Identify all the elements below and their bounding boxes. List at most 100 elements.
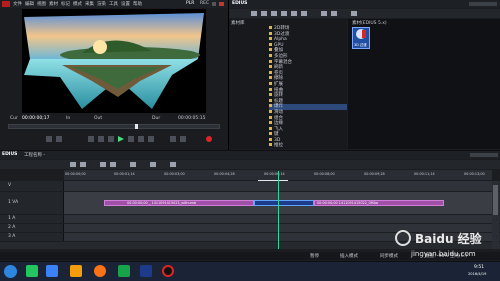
overwrite-button[interactable]	[180, 136, 186, 142]
import-icon[interactable]	[271, 11, 277, 16]
set-in-button[interactable]	[46, 136, 52, 142]
clock-time[interactable]: 9:51	[474, 265, 484, 270]
ruler-tick-label: 00:00:03;00	[164, 172, 185, 176]
window-controls	[470, 153, 498, 157]
status-left: 暂停	[310, 254, 319, 259]
plr-label[interactable]: PLR	[186, 1, 194, 6]
ruler-tick-label: 00:00:04;28	[214, 172, 235, 176]
rec-label[interactable]: REC	[200, 1, 209, 6]
track-label: 3 A	[8, 234, 16, 239]
video-clip-b[interactable]: 00:00:00;00 1411091415022_0MAa	[314, 200, 444, 206]
tree-item[interactable]: 推拉	[269, 143, 347, 149]
transition-clip[interactable]	[254, 200, 314, 206]
folder-icon[interactable]	[251, 11, 257, 16]
clock-date[interactable]: 2016/4/19	[468, 272, 486, 276]
app-icon-ie[interactable]	[46, 265, 58, 277]
list-view-icon[interactable]	[351, 11, 357, 16]
menu-edit[interactable]: 编辑	[25, 1, 34, 7]
undo-icon[interactable]	[70, 162, 76, 167]
menu-file[interactable]: 文件	[13, 1, 22, 7]
video-clip-a[interactable]: 00:00:00;00 _ 1411091415023_withumb	[104, 200, 254, 206]
dur-label: Dur	[152, 116, 161, 121]
timeline-title: EDIUS	[2, 152, 18, 157]
status-insert-mode: 插入模式	[340, 254, 358, 259]
redo-icon[interactable]	[80, 162, 86, 167]
delete-icon[interactable]	[321, 11, 327, 16]
close-icon[interactable]	[219, 2, 224, 6]
menu-clip[interactable]: 素材	[49, 1, 58, 7]
app-icon-wechat[interactable]	[26, 265, 38, 277]
menu-mode[interactable]: 模式	[73, 1, 82, 7]
copy-icon[interactable]	[291, 11, 297, 16]
thumbnail-panel-title: 素材(EDIUS 5.x)	[352, 21, 387, 26]
scrollbar-thumb[interactable]	[493, 185, 498, 215]
play-icon[interactable]	[118, 136, 124, 142]
timecode-row: Cur 00:00:00;17 In Out Dur 00:00:05:15	[0, 115, 228, 122]
stop-button[interactable]	[108, 136, 114, 142]
track-1a: 1 A	[0, 215, 500, 224]
window-controls	[469, 2, 497, 6]
paste-icon[interactable]	[301, 11, 307, 16]
record-app-icon[interactable]	[162, 265, 174, 277]
cut-icon[interactable]	[100, 162, 106, 167]
marker-icon[interactable]	[170, 162, 176, 167]
ripple-icon[interactable]	[130, 162, 136, 167]
start-button[interactable]	[4, 265, 17, 278]
preview-image	[24, 13, 204, 109]
track-label: 1 VA	[8, 200, 19, 205]
playhead-line[interactable]	[278, 171, 279, 249]
app-icon-a[interactable]	[140, 265, 152, 277]
scrub-bar[interactable]	[8, 124, 220, 129]
ruler-tick-label: 00:00:00;00	[65, 172, 86, 176]
menu-help[interactable]: 帮助	[133, 1, 142, 7]
track-label: 1 A	[8, 216, 16, 221]
watermark-url: jingyan.baidu.com	[411, 250, 476, 258]
ruler-tick-label: 00:00:08;00	[314, 172, 335, 176]
next-frame-button[interactable]	[138, 136, 144, 142]
record-icon[interactable]	[206, 136, 212, 142]
effect-thumbnail-label: 3D 过渡	[354, 43, 367, 47]
menu-capture[interactable]: 采集	[85, 1, 94, 7]
track-1va: 1 VA 00:00:00;00 _ 1411091415023_withumb…	[0, 192, 500, 215]
baidu-watermark: Baidu 经验 jingyan.baidu.com	[395, 226, 495, 262]
paw-logo-icon	[395, 230, 411, 246]
cur-timecode: 00:00:00;17	[22, 116, 50, 121]
ruler-tick-label: 00:00:01;14	[114, 172, 135, 176]
minimize-icon[interactable]	[212, 2, 216, 6]
app-icon-green[interactable]	[118, 265, 130, 277]
dur-value: 00:00:05:15	[178, 116, 206, 121]
preview-screen[interactable]	[22, 9, 206, 113]
split-icon[interactable]	[110, 162, 116, 167]
insert-button[interactable]	[170, 136, 176, 142]
fast-forward-button[interactable]	[128, 136, 134, 142]
ruler-tick-label: 00:00:06;14	[264, 172, 285, 176]
ruler-tick-label: 00:00:11;14	[414, 172, 435, 176]
effect-thumbnail[interactable]: 3D 过渡	[352, 27, 370, 49]
cut-icon[interactable]	[281, 11, 287, 16]
in-label: In	[66, 116, 71, 121]
ruler-tick-label: 00:00:09;28	[364, 172, 385, 176]
out-label: Out	[94, 116, 103, 121]
prev-frame-button[interactable]	[88, 136, 94, 142]
new-bin-icon[interactable]	[261, 11, 267, 16]
menu-marker[interactable]: 标记	[61, 1, 70, 7]
bin-toolbar	[229, 9, 500, 18]
folder-icon[interactable]	[70, 265, 82, 277]
menu-view[interactable]: 视图	[37, 1, 46, 7]
search-icon[interactable]	[331, 11, 337, 16]
loop-button[interactable]	[148, 136, 154, 142]
bin-title: EDIUS	[232, 1, 248, 6]
set-out-button[interactable]	[56, 136, 62, 142]
menu-tools[interactable]: 工具	[109, 1, 118, 7]
menu-render[interactable]: 渲染	[97, 1, 106, 7]
track-label: 2 A	[8, 225, 16, 230]
rewind-button[interactable]	[98, 136, 104, 142]
ruler-tick-label: 00:00:13;00	[464, 172, 485, 176]
scrub-handle[interactable]	[135, 124, 138, 129]
tree-header: 素材库	[231, 21, 245, 26]
firefox-icon[interactable]	[94, 265, 106, 277]
cur-label: Cur	[10, 116, 18, 121]
menu-settings[interactable]: 设置	[121, 1, 130, 7]
bin-window: EDIUS 素材库 2D转场 3D过渡 Alpha GPU 叠加 多边形 字幕混…	[229, 0, 500, 150]
snap-icon[interactable]	[150, 162, 156, 167]
